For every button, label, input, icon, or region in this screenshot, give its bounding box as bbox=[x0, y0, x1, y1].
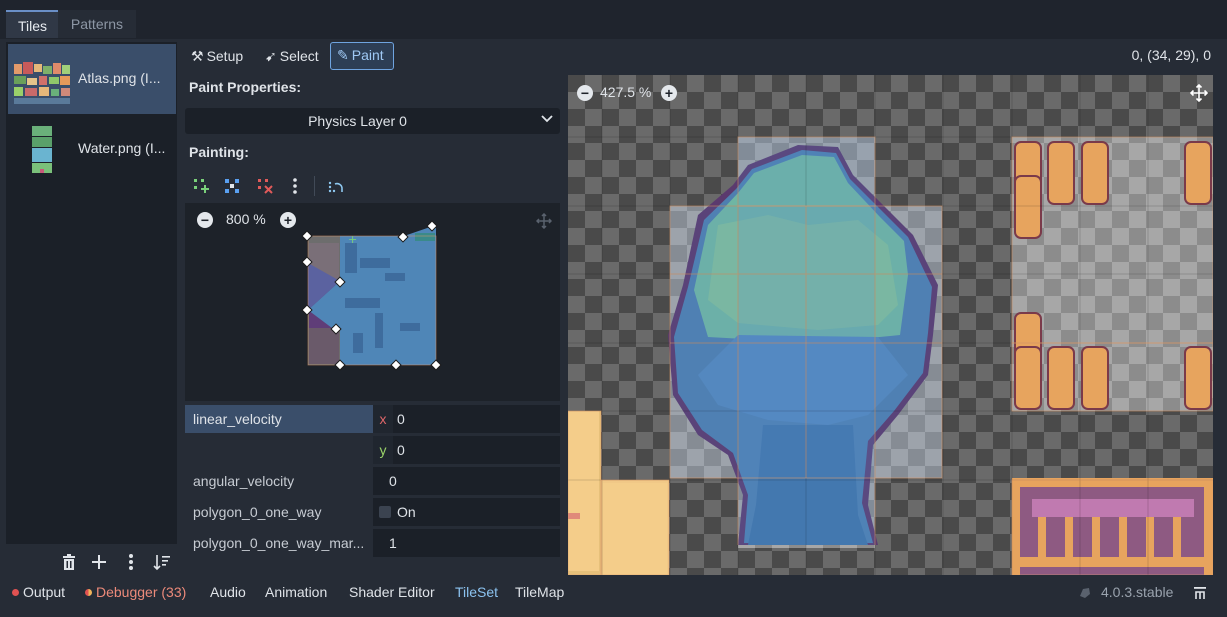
x-axis-label: x bbox=[373, 405, 393, 433]
source-list-toolbar bbox=[6, 548, 177, 576]
expand-panel-icon[interactable] bbox=[1192, 585, 1208, 601]
source-item-water[interactable]: Water.png (I... bbox=[8, 114, 176, 184]
zoom-out-button[interactable]: − bbox=[197, 212, 213, 228]
tab-bar: Tiles Patterns bbox=[0, 0, 1227, 39]
delete-polygon-icon[interactable] bbox=[256, 177, 274, 195]
tile-preview-canvas: + bbox=[301, 220, 442, 371]
zoom-in-button[interactable]: + bbox=[280, 212, 296, 228]
linear-velocity-row: linear_velocity x0 bbox=[185, 405, 560, 433]
select-button[interactable]: ➹ Select bbox=[259, 42, 325, 70]
tileset-source-list: Atlas.png (I... Water.png (I... bbox=[6, 42, 177, 544]
output-label: Output bbox=[23, 584, 66, 600]
physics-layer-value: Physics Layer 0 bbox=[308, 113, 407, 129]
add-polygon-icon[interactable] bbox=[192, 177, 210, 195]
source-label-water: Water.png (I... bbox=[78, 140, 166, 156]
toolbar-divider bbox=[314, 176, 315, 196]
physics-layer-dropdown[interactable]: Physics Layer 0 bbox=[185, 108, 560, 134]
zoom-out-button[interactable]: − bbox=[577, 85, 593, 101]
godot-logo-icon bbox=[1080, 588, 1090, 598]
angular-velocity-field[interactable]: 0 bbox=[373, 467, 560, 495]
tab-tiles[interactable]: Tiles bbox=[6, 10, 58, 38]
one-way-margin-label: polygon_0_one_way_mar... bbox=[193, 535, 365, 551]
zoom-in-button[interactable]: + bbox=[661, 85, 677, 101]
tileset-editor-panel: Tiles Patterns Atlas.png (I... Water.png… bbox=[0, 0, 1227, 617]
paint-properties-title: Paint Properties: bbox=[189, 79, 302, 95]
one-way-row: polygon_0_one_way On bbox=[185, 498, 560, 526]
tab-patterns[interactable]: Patterns bbox=[58, 10, 136, 38]
tile-coords-readout: 0, (34, 29), 0 bbox=[1131, 47, 1211, 63]
angular-velocity-row: angular_velocity 0 bbox=[185, 467, 560, 495]
linear-velocity-label: linear_velocity bbox=[185, 405, 373, 433]
select-label: Select bbox=[279, 48, 319, 64]
one-way-label: polygon_0_one_way bbox=[193, 504, 322, 520]
sort-icon[interactable] bbox=[151, 551, 173, 573]
linear-velocity-x-field[interactable]: x0 bbox=[373, 405, 560, 433]
y-axis-label: y bbox=[373, 436, 393, 464]
setup-label: Setup bbox=[206, 48, 244, 64]
painting-title: Painting: bbox=[189, 144, 249, 160]
atlas-thumbnail-icon bbox=[12, 54, 72, 106]
kebab-menu-icon[interactable] bbox=[286, 177, 304, 195]
grid-snap-icon[interactable] bbox=[327, 177, 345, 195]
debugger-label: Debugger (33) bbox=[96, 584, 187, 600]
output-tab[interactable]: Output bbox=[12, 584, 65, 600]
angular-velocity-label: angular_velocity bbox=[193, 473, 295, 489]
linear-velocity-y-row: y0 bbox=[185, 436, 560, 464]
one-way-checkbox[interactable]: On bbox=[373, 498, 560, 526]
animation-tab[interactable]: Animation bbox=[265, 584, 327, 600]
kebab-menu-icon[interactable] bbox=[120, 551, 142, 573]
viewport-zoom-value: 427.5 % bbox=[600, 84, 652, 100]
warning-dot-icon bbox=[85, 589, 92, 596]
audio-tab[interactable]: Audio bbox=[210, 584, 246, 600]
setup-button[interactable]: ⚒ Setup bbox=[185, 42, 249, 70]
source-item-atlas[interactable]: Atlas.png (I... bbox=[8, 44, 176, 114]
pan-move-icon[interactable] bbox=[1190, 84, 1208, 102]
tilemap-tab[interactable]: TileMap bbox=[515, 584, 564, 600]
edit-polygon-icon[interactable] bbox=[223, 177, 241, 195]
trash-icon[interactable] bbox=[58, 551, 80, 573]
shader-editor-tab[interactable]: Shader Editor bbox=[349, 584, 435, 600]
wrench-icon: ⚒ bbox=[191, 48, 204, 64]
linear-velocity-x-value: 0 bbox=[397, 411, 405, 427]
cursor-icon: ➹ bbox=[265, 48, 277, 64]
source-label-atlas: Atlas.png (I... bbox=[78, 70, 161, 86]
plus-icon[interactable] bbox=[88, 551, 110, 573]
atlas-viewport[interactable] bbox=[568, 75, 1213, 575]
bottom-panel-bar: Output Debugger (33) Audio Animation Sha… bbox=[0, 578, 1227, 608]
paint-label: Paint bbox=[351, 47, 384, 63]
one-way-margin-row: polygon_0_one_way_mar... 1 bbox=[185, 529, 560, 557]
svg-text:+: + bbox=[348, 233, 357, 246]
water-thumbnail-icon bbox=[30, 124, 54, 176]
error-dot-icon bbox=[12, 589, 19, 596]
one-way-margin-field[interactable]: 1 bbox=[373, 529, 560, 557]
preview-zoom-value: 800 % bbox=[226, 211, 266, 227]
one-way-value: On bbox=[397, 504, 416, 520]
atlas-canvas bbox=[568, 75, 1213, 575]
tile-polygon-editor[interactable]: + bbox=[185, 203, 560, 401]
version-label: 4.0.3.stable bbox=[1101, 584, 1174, 600]
brush-icon: ✎ bbox=[337, 47, 349, 63]
linear-velocity-y-field[interactable]: y0 bbox=[373, 436, 560, 464]
tileset-tab[interactable]: TileSet bbox=[455, 584, 498, 600]
debugger-tab[interactable]: Debugger (33) bbox=[85, 584, 186, 600]
checkbox-icon bbox=[379, 506, 391, 518]
chevron-down-icon bbox=[541, 115, 553, 123]
paint-button[interactable]: ✎ Paint bbox=[330, 42, 394, 70]
linear-velocity-y-value: 0 bbox=[397, 442, 405, 458]
pan-move-icon[interactable] bbox=[536, 213, 552, 229]
